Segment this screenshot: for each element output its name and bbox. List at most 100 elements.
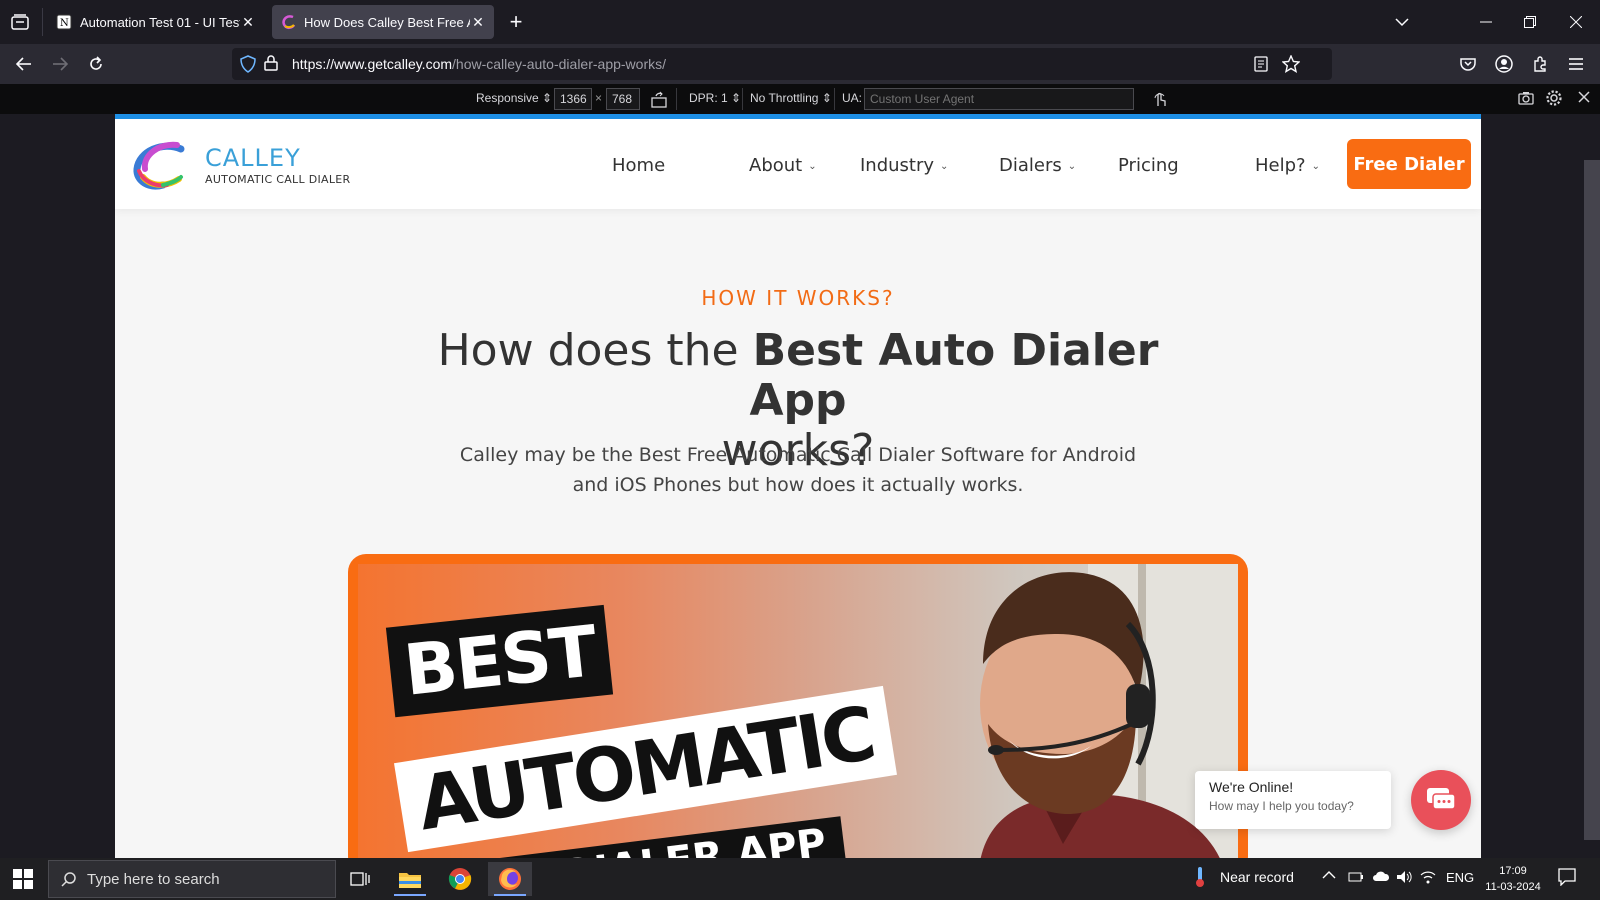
taskbar-search-box[interactable]: Type here to search <box>48 860 336 898</box>
touch-simulation-icon[interactable] <box>1152 90 1168 111</box>
page-viewport: CALLEY AUTOMATIC CALL DIALER Home About ⌄… <box>115 114 1481 858</box>
list-tabs-icon[interactable] <box>1382 8 1422 36</box>
ua-label: UA: <box>842 91 863 105</box>
url-text: https://www.getcalley.com/how-calley-aut… <box>292 56 667 72</box>
hero-text-best: BEST <box>385 604 614 718</box>
settings-gear-icon[interactable] <box>1546 90 1562 109</box>
responsive-design-toolbar: Responsive ⇕ 1366 × 768 DPR: 1 ⇕ No Thro… <box>0 84 1600 114</box>
language-indicator[interactable]: ENG <box>1446 870 1474 885</box>
show-hidden-icons-icon[interactable] <box>1322 868 1336 883</box>
free-dialer-button[interactable]: Free Dialer <box>1347 139 1471 189</box>
nav-home[interactable]: Home <box>612 155 665 176</box>
chrome-icon[interactable] <box>438 862 482 896</box>
screenshot-camera-icon[interactable] <box>1518 91 1534 108</box>
throttling-selector[interactable]: No Throttling ⇕ <box>750 91 832 105</box>
search-icon <box>61 872 76 887</box>
calley-favicon-icon <box>280 14 296 30</box>
lock-icon[interactable] <box>264 55 278 76</box>
close-rdm-icon[interactable] <box>1578 91 1590 106</box>
dimension-separator: × <box>595 91 603 105</box>
new-tab-button[interactable]: + <box>502 8 530 36</box>
search-placeholder: Type here to search <box>87 870 220 888</box>
chevron-down-icon: ⌄ <box>940 160 949 172</box>
windows-start-icon[interactable] <box>8 866 38 892</box>
chat-subtitle: How may I help you today? <box>1209 799 1354 813</box>
nav-dialers[interactable]: Dialers ⌄ <box>999 155 1076 176</box>
tab-automation-test[interactable]: N Automation Test 01 - UI Testing ✕ <box>48 5 264 39</box>
thermometer-icon <box>1196 867 1204 887</box>
active-indicator <box>394 894 426 896</box>
clock-date: 11-03-2024 <box>1485 881 1541 893</box>
nav-help[interactable]: Help? ⌄ <box>1255 155 1320 176</box>
user-agent-input[interactable]: Custom User Agent <box>864 88 1134 110</box>
active-indicator <box>494 894 526 896</box>
account-icon[interactable] <box>1490 50 1518 78</box>
notifications-icon[interactable] <box>1558 868 1576 889</box>
pocket-icon[interactable] <box>1454 50 1482 78</box>
windows-taskbar: Type here to search Near record ENG 17:0… <box>0 858 1600 900</box>
wifi-icon[interactable] <box>1420 870 1436 887</box>
browser-tab-strip: N Automation Test 01 - UI Testing ✕ How … <box>0 0 1600 44</box>
bookmark-star-icon[interactable] <box>1281 54 1301 78</box>
chevron-down-icon: ⌄ <box>808 160 817 172</box>
toolbar-divider <box>834 88 835 110</box>
notion-icon: N <box>56 14 72 30</box>
rotate-viewport-icon[interactable] <box>650 90 668 111</box>
hamburger-menu-icon[interactable] <box>1562 50 1590 78</box>
forward-arrow-icon[interactable] <box>46 50 74 78</box>
firefox-icon[interactable] <box>488 862 532 896</box>
chevron-down-icon: ⌄ <box>1311 160 1320 172</box>
file-explorer-icon[interactable] <box>388 862 432 896</box>
toolbar-divider <box>742 88 743 110</box>
chevron-down-icon: ⌄ <box>1067 160 1077 172</box>
device-selector[interactable]: Responsive ⇕ <box>476 91 552 105</box>
viewport-width-input[interactable]: 1366 <box>554 88 592 110</box>
chat-title: We're Online! <box>1209 779 1294 795</box>
reload-icon[interactable] <box>82 50 110 78</box>
system-clock[interactable]: 17:09 11-03-2024 <box>1480 863 1546 895</box>
smiling-agent-image <box>980 564 1238 858</box>
close-window-button[interactable] <box>1556 8 1596 36</box>
volume-icon[interactable] <box>1396 870 1414 887</box>
battery-icon[interactable] <box>1348 870 1364 887</box>
extensions-icon[interactable] <box>1526 50 1554 78</box>
clock-time: 17:09 <box>1499 865 1527 877</box>
tab-separator <box>42 8 43 36</box>
browser-nav-bar: https://www.getcalley.com/how-calley-aut… <box>0 44 1600 84</box>
weather-text: Near record <box>1220 869 1294 885</box>
url-bar[interactable]: https://www.getcalley.com/how-calley-aut… <box>232 48 1332 80</box>
chat-greeting-bubble[interactable]: We're Online! How may I help you today? <box>1195 771 1391 829</box>
task-view-icon[interactable] <box>338 862 382 896</box>
viewport-height-input[interactable]: 768 <box>606 88 640 110</box>
onedrive-cloud-icon[interactable] <box>1372 870 1390 885</box>
restore-button[interactable] <box>1510 8 1550 36</box>
logo-name: CALLEY <box>205 144 301 172</box>
close-tab-icon[interactable]: ✕ <box>240 14 256 31</box>
logo-tagline: AUTOMATIC CALL DIALER <box>205 173 351 186</box>
site-header: CALLEY AUTOMATIC CALL DIALER Home About ⌄… <box>115 119 1481 209</box>
hero-image: BEST AUTOMATIC CALL DIALER APP <box>358 564 1238 858</box>
hero-video-thumbnail[interactable]: BEST AUTOMATIC CALL DIALER APP <box>348 554 1248 858</box>
nav-about[interactable]: About ⌄ <box>749 155 817 176</box>
chat-launcher-button[interactable] <box>1411 770 1471 830</box>
calley-logo-icon <box>133 141 185 190</box>
chat-icon <box>1427 788 1456 810</box>
toolbar-divider <box>676 88 677 110</box>
tab-title: Automation Test 01 - UI Testing <box>80 14 240 30</box>
calley-logo[interactable]: CALLEY AUTOMATIC CALL DIALER <box>133 141 353 193</box>
weather-widget[interactable]: Near record <box>1192 866 1294 888</box>
shield-icon[interactable] <box>240 55 256 78</box>
close-tab-icon[interactable]: ✕ <box>470 14 486 31</box>
tab-calley[interactable]: How Does Calley Best Free Auto ✕ <box>272 5 494 39</box>
reader-view-icon[interactable] <box>1254 56 1268 77</box>
nav-industry[interactable]: Industry ⌄ <box>860 155 948 176</box>
svg-text:N: N <box>60 18 69 29</box>
page-subtitle: Calley may be the Best Free Automatic Ca… <box>459 444 1137 496</box>
nav-pricing[interactable]: Pricing <box>1118 155 1179 176</box>
tab-overview-icon[interactable] <box>6 8 34 36</box>
minimize-button[interactable] <box>1466 8 1506 36</box>
section-eyebrow: HOW IT WORKS? <box>701 286 895 310</box>
dpr-selector[interactable]: DPR: 1 ⇕ <box>689 91 741 105</box>
scrollbar-thumb[interactable] <box>1584 160 1600 840</box>
back-arrow-icon[interactable] <box>10 50 38 78</box>
